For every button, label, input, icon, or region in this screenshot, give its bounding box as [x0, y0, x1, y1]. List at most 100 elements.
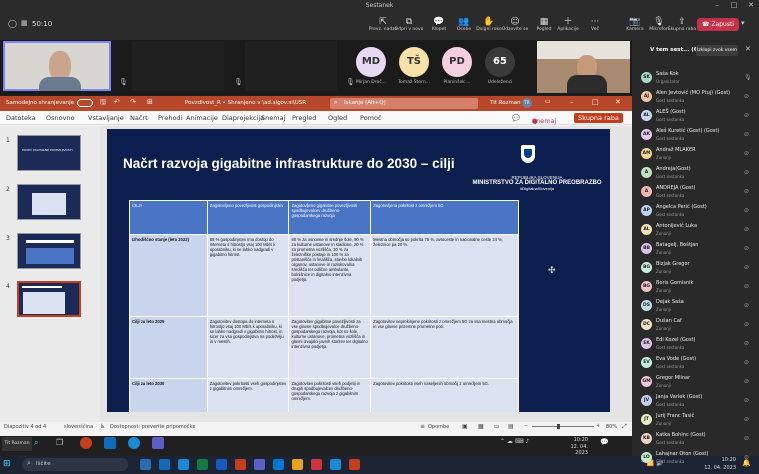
- mic-off-icon[interactable]: ⊘: [744, 435, 749, 442]
- mic-off-icon[interactable]: ⊘: [744, 112, 749, 119]
- present-icon[interactable]: ⊞: [147, 98, 153, 106]
- tray-icons[interactable]: ⌃ ☁ ⌨ ♪: [500, 438, 529, 445]
- toolbar-button-popout[interactable]: ⧉ Odpri v novo: [394, 17, 424, 32]
- participant-item[interactable]: AL Antonijevič Luka Zunanji ⊘: [632, 221, 759, 240]
- slideshow-icon[interactable]: ▤: [508, 423, 514, 430]
- mic-off-icon[interactable]: ⊘: [744, 283, 749, 290]
- ribbon-display-icon[interactable]: ▭: [545, 98, 551, 105]
- language-label[interactable]: slovenščina: [64, 424, 93, 430]
- notification-icon[interactable]: 💬: [600, 438, 609, 446]
- mic-off-icon[interactable]: ⊘: [744, 131, 749, 138]
- self-video-tile[interactable]: [3, 41, 111, 91]
- task-view-icon[interactable]: ❐: [56, 438, 63, 447]
- mic-icon[interactable]: 🎙: [744, 74, 752, 81]
- ribbon-tab[interactable]: Prehodi: [158, 114, 182, 122]
- remote-clock-date[interactable]: 12. 04. 2023: [558, 444, 589, 456]
- zoom-level[interactable]: 80%: [606, 424, 617, 430]
- mic-off-icon[interactable]: ⊘: [744, 188, 749, 195]
- mic-off-icon[interactable]: ⊘: [744, 378, 749, 385]
- ribbon-tab[interactable]: Vstavljanje: [88, 114, 124, 122]
- accessibility-label[interactable]: Dostopnost: preverite pripomočke: [110, 424, 195, 430]
- ribbon-tab[interactable]: Diaprojekcija: [222, 114, 264, 122]
- mic-off-icon[interactable]: ⊘: [744, 416, 749, 423]
- mic-off-icon[interactable]: ⊘: [744, 245, 749, 252]
- outlook-app-icon[interactable]: [159, 459, 170, 470]
- mic-off-icon[interactable]: ⊘: [744, 226, 749, 233]
- mic-off-icon[interactable]: ⊘: [744, 169, 749, 176]
- mic-off-icon[interactable]: ⊘: [744, 264, 749, 271]
- mic-off-icon[interactable]: ⊘: [744, 321, 749, 328]
- participant-avatar[interactable]: TŠ: [399, 47, 429, 77]
- teams-app-icon[interactable]: [152, 437, 164, 449]
- participant-item[interactable]: LO Lahajnar Oton (Gost) Gost sestanka ⊘: [632, 449, 759, 468]
- participant-item[interactable]: JV Janja Varlek (Gost) Gost sestanka ⊘: [632, 392, 759, 411]
- slide-thumbnail-2[interactable]: [17, 184, 81, 220]
- slide-thumbnail-3[interactable]: [17, 233, 81, 269]
- autosave-toggle[interactable]: [77, 99, 93, 107]
- excel-app-icon[interactable]: [197, 459, 208, 470]
- participant-avatar[interactable]: 65: [485, 47, 515, 77]
- mic-off-icon[interactable]: ⊘: [744, 302, 749, 309]
- close-icon[interactable]: ✕: [615, 98, 621, 106]
- participant-item[interactable]: BG Boris Gomisnik Zunanji ⊘: [632, 278, 759, 297]
- mute-all-button[interactable]: Izklopi zvok vsem: [696, 45, 738, 56]
- word-app-icon[interactable]: [216, 459, 227, 470]
- minimize-icon[interactable]: –: [711, 1, 723, 10]
- share-button[interactable]: Skupna raba: [574, 113, 623, 123]
- teams-app-icon[interactable]: [254, 459, 265, 470]
- edge-app-icon[interactable]: [178, 459, 189, 470]
- remote-desktop-app-icon[interactable]: [330, 459, 341, 470]
- video-tile[interactable]: [132, 41, 224, 91]
- slide-thumbnail-4[interactable]: [17, 281, 81, 317]
- mic-off-icon[interactable]: ⊘: [744, 340, 749, 347]
- participant-item[interactable]: A Andreja(Gost) Gost sestanka ⊘: [632, 164, 759, 183]
- fit-slide-icon[interactable]: ⤢: [622, 423, 627, 431]
- ribbon-tab[interactable]: Osnovno: [46, 114, 75, 122]
- leave-button[interactable]: ☎ Zapusti: [697, 18, 739, 31]
- participant-item[interactable]: AJ Alen Jevtović (MO Ptuj) (Gost) Gost s…: [632, 88, 759, 107]
- mic-off-icon[interactable]: ⊘: [744, 359, 749, 366]
- taskbar-search[interactable]: ⌕ Iščite: [22, 458, 128, 471]
- toolbar-button-more[interactable]: ··· Več: [580, 17, 610, 32]
- participant-item[interactable]: DC Dušan Caf Zunanji ⊘: [632, 316, 759, 335]
- mic-off-icon[interactable]: ⊘: [744, 93, 749, 100]
- slide-thumbnail-1[interactable]: POVEČ DIGITALNE POVEZLJIVOSTI: [17, 135, 81, 171]
- participant-item[interactable]: AP Angelca Perić (Gost) Gost sestanka ⊘: [632, 202, 759, 221]
- participant-item[interactable]: A ANDREJA (Gost) Gost sestanka ⊘: [632, 183, 759, 202]
- powerpoint-app-icon[interactable]: [235, 459, 246, 470]
- search-icon[interactable]: ⌕: [34, 438, 38, 448]
- ribbon-tab[interactable]: Pomoč: [360, 114, 382, 122]
- close-panel-icon[interactable]: ✕: [745, 45, 751, 53]
- file-explorer-app-icon[interactable]: [140, 459, 151, 470]
- mic-off-icon[interactable]: ⊘: [744, 397, 749, 404]
- outlook-app-icon[interactable]: [104, 437, 116, 449]
- ribbon-tab[interactable]: Ogled: [328, 114, 347, 122]
- ppt-search-box[interactable]: ⌕ Iskanje (Alt+Q): [330, 98, 478, 109]
- minimize-icon[interactable]: –: [570, 98, 574, 106]
- participant-item[interactable]: EK Edi Kozel (Gost) Gost sestanka ⊘: [632, 335, 759, 354]
- remote-clock-time[interactable]: 10:20: [558, 437, 588, 443]
- participant-item[interactable]: GM Gregor Mlinar Zunanji ⊘: [632, 373, 759, 392]
- slide-canvas[interactable]: Načrt razvoja gigabitne infrastrukture d…: [107, 129, 610, 412]
- file-name[interactable]: Povzdivost_R • Shranjeno v \ad.sigov.si\…: [185, 100, 306, 106]
- participant-item[interactable]: KB Katka Bohinc (Gost) Gost sestanka ⊘: [632, 430, 759, 449]
- toolbar-button-share[interactable]: ⇪ Skupna raba: [667, 17, 697, 32]
- remote-video-tile[interactable]: [537, 41, 630, 93]
- notes-button[interactable]: Opombe: [428, 424, 449, 430]
- toolbar-button-apps[interactable]: ＋ Aplikacije: [553, 17, 583, 32]
- start-icon[interactable]: ⊞: [3, 459, 11, 469]
- participant-item[interactable]: SK Saša Kok Organizator 🎙: [632, 69, 759, 88]
- maximize-icon[interactable]: □: [728, 1, 740, 10]
- video-tile[interactable]: [245, 41, 337, 91]
- sorter-view-icon[interactable]: ▦: [478, 423, 484, 430]
- participant-item[interactable]: BB Batagelj, Boštjan Zunanji ⊘: [632, 240, 759, 259]
- powerpoint-app-icon[interactable]: [80, 437, 92, 449]
- undo-icon[interactable]: ↶: [114, 98, 120, 106]
- taskbar-preview[interactable]: Tit Rozman: [2, 437, 32, 451]
- participant-item[interactable]: DS Dejak Saša Zunanji ⊘: [632, 297, 759, 316]
- save-icon[interactable]: 🖫: [100, 98, 106, 109]
- zoom-in-icon[interactable]: +: [596, 423, 600, 429]
- ribbon-tab[interactable]: Snemaj: [261, 114, 285, 122]
- mic-off-icon[interactable]: ⊘: [744, 207, 749, 214]
- toolbar-button-react[interactable]: ☺ Odzovite se: [500, 17, 530, 32]
